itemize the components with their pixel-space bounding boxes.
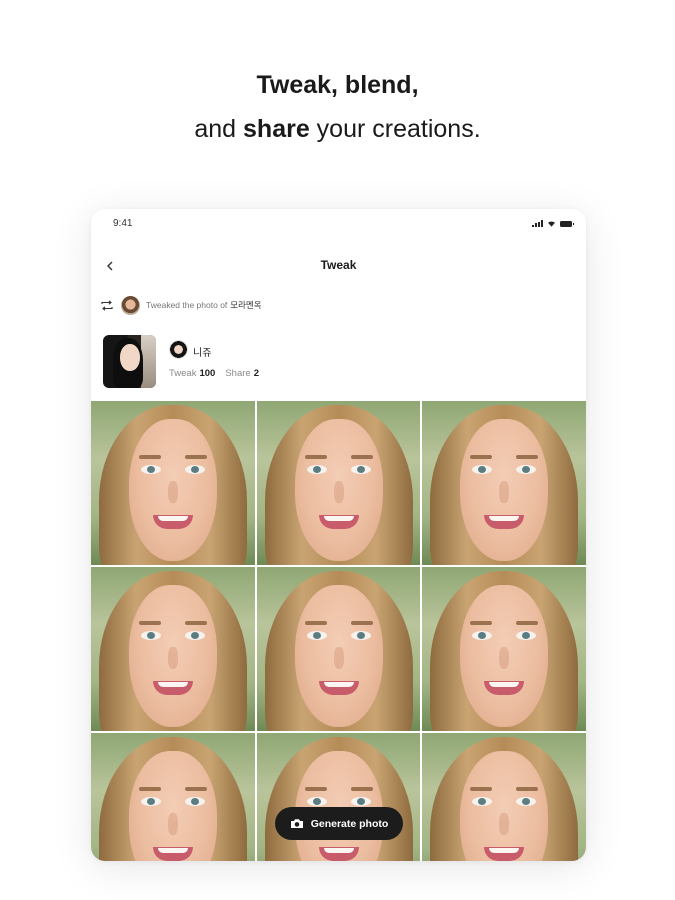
headline-line-2-post: your creations. bbox=[309, 115, 481, 143]
share-label: Share bbox=[225, 368, 251, 379]
page-title: Tweak bbox=[320, 258, 357, 272]
wifi-icon bbox=[548, 221, 555, 227]
grid-photo[interactable] bbox=[422, 733, 586, 861]
headline: Tweak, blend, and share your creations. bbox=[0, 68, 675, 146]
grid-photo[interactable] bbox=[256, 733, 421, 861]
status-icons bbox=[532, 220, 574, 227]
avatar[interactable] bbox=[169, 340, 188, 359]
headline-line-1: Tweak, blend, bbox=[256, 71, 419, 99]
nav-bar: Tweak bbox=[91, 249, 586, 283]
tweaked-from-row[interactable]: Tweaked the photo of 모라멘옥 bbox=[99, 295, 262, 315]
share-count: 2 bbox=[253, 368, 259, 379]
battery-icon bbox=[560, 220, 574, 227]
original-author-avatar[interactable] bbox=[121, 295, 140, 315]
headline-bold-word: share bbox=[243, 115, 310, 143]
signal-icon bbox=[532, 220, 543, 227]
grid-photo[interactable] bbox=[91, 733, 255, 861]
grid-photo[interactable] bbox=[91, 567, 255, 731]
original-author-name[interactable]: 모라멘옥 bbox=[230, 299, 261, 311]
device-frame: 9:41 Tweak Tweaked the photo of 모라멘옥 니쥬 … bbox=[91, 209, 586, 861]
status-bar: 9:41 bbox=[91, 209, 586, 239]
camera-icon bbox=[290, 819, 303, 828]
generate-photo-label: Generate photo bbox=[310, 817, 389, 830]
grid-photo[interactable] bbox=[422, 567, 586, 731]
generate-photo-button[interactable]: Generate photo bbox=[275, 807, 403, 840]
source-photo-thumbnail[interactable] bbox=[103, 335, 156, 388]
headline-line-2-pre: and bbox=[194, 115, 244, 143]
headline-line-2: and share your creations. bbox=[0, 112, 675, 146]
repost-icon bbox=[99, 297, 115, 313]
grid-photo[interactable] bbox=[256, 401, 421, 565]
status-time: 9:41 bbox=[113, 218, 133, 229]
grid-photo[interactable] bbox=[422, 401, 586, 565]
profile-stats: Tweak 100 Share 2 bbox=[169, 368, 269, 379]
profile-section: 니쥬 Tweak 100 Share 2 bbox=[103, 335, 583, 389]
profile-name[interactable]: 니쥬 bbox=[193, 344, 211, 359]
grid-photo[interactable] bbox=[91, 401, 255, 565]
tweak-count: 100 bbox=[199, 368, 216, 379]
photo-grid bbox=[91, 401, 586, 861]
grid-photo[interactable] bbox=[256, 567, 421, 731]
tweaked-from-text: Tweaked the photo of bbox=[146, 300, 228, 310]
tweak-label: Tweak bbox=[169, 368, 197, 379]
